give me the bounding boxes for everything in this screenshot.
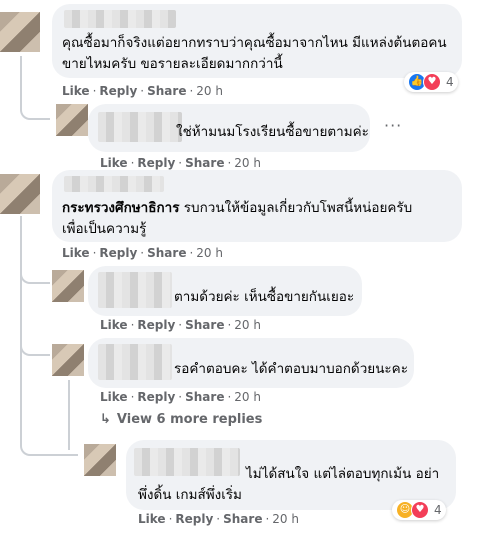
reply-link[interactable]: Reply — [137, 318, 175, 332]
timestamp[interactable]: 20 h — [196, 246, 223, 260]
avatar[interactable] — [52, 270, 84, 302]
author-name-redacted[interactable] — [98, 344, 172, 380]
view-more-replies-link[interactable]: ↳ View 6 more replies — [100, 412, 262, 427]
comment-actions: Like · Reply · Share · 20 h — [138, 512, 299, 526]
like-link[interactable]: Like — [138, 512, 166, 526]
timestamp[interactable]: 20 h — [234, 156, 261, 170]
share-link[interactable]: Share — [185, 390, 224, 404]
more-options-icon[interactable]: ··· — [384, 116, 402, 135]
comment-text: รบกวนให้ข้อมูลเกี่ยวกับโพสนี้หน่อยครับ — [179, 200, 413, 216]
comment-text-line: กระทรวงศึกษาธิการ รบกวนให้ข้อมูลเกี่ยวกั… — [62, 197, 412, 219]
reaction-summary[interactable]: 👍 ♥ 4 — [404, 72, 458, 92]
comment-actions: Like · Reply · Share · 20 h — [100, 390, 261, 404]
comment-actions: Like · Reply · Share · 20 h — [100, 156, 261, 170]
share-link[interactable]: Share — [185, 156, 224, 170]
reaction-count: 4 — [446, 75, 454, 89]
like-link[interactable]: Like — [62, 84, 90, 98]
like-link[interactable]: Like — [100, 156, 128, 170]
love-reaction-icon: ♥ — [423, 73, 441, 91]
thread-line — [20, 56, 50, 120]
comment-actions: Like · Reply · Share · 20 h — [62, 84, 223, 98]
author-name-redacted[interactable] — [134, 448, 240, 476]
author-name-redacted[interactable] — [98, 112, 182, 142]
thread-line — [20, 340, 50, 356]
avatar[interactable] — [56, 104, 88, 136]
share-link[interactable]: Share — [147, 84, 186, 98]
author-name-redacted[interactable] — [98, 272, 172, 308]
comment-text-line: เพื่อเป็นความรู้ — [62, 221, 147, 237]
like-link[interactable]: Like — [100, 318, 128, 332]
avatar[interactable] — [52, 344, 84, 376]
comment-text-line: ตามด้วยค่ะ เห็นซื้อขายกันเยอะ — [174, 289, 355, 305]
reaction-count: 4 — [434, 503, 442, 517]
timestamp[interactable]: 20 h — [234, 318, 261, 332]
avatar[interactable] — [84, 444, 116, 476]
author-name-redacted[interactable] — [64, 10, 176, 28]
timestamp[interactable]: 20 h — [196, 84, 223, 98]
comment-text-line: รอคำตอบคะ ได้คำตอบมาบอกด้วยนะคะ — [174, 361, 408, 377]
comment-text-line: ขายไหมครับ ขอรายละเอียดมากกว่านี้ — [62, 56, 283, 72]
love-reaction-icon: ♥ — [411, 501, 429, 519]
thread-line — [20, 428, 78, 456]
reply-link[interactable]: Reply — [175, 512, 213, 526]
timestamp[interactable]: 20 h — [272, 512, 299, 526]
comment-actions: Like · Reply · Share · 20 h — [100, 318, 261, 332]
reply-link[interactable]: Reply — [137, 156, 175, 170]
share-link[interactable]: Share — [223, 512, 262, 526]
view-more-label: View 6 more replies — [116, 412, 263, 427]
reply-link[interactable]: Reply — [99, 246, 137, 260]
comment-text-line: ไม่ได้สนใจ แต่ไล่ตอบทุกเม้น อย่า — [246, 466, 440, 482]
comment-text-line: พึ่งดิ้น เกมส์พึ่งเริ่ม — [138, 487, 242, 503]
thread-line — [20, 216, 22, 442]
reply-arrow-icon: ↳ — [100, 412, 111, 427]
avatar[interactable] — [0, 12, 40, 52]
reply-link[interactable]: Reply — [137, 390, 175, 404]
mention-link[interactable]: กระทรวงศึกษาธิการ — [62, 200, 179, 216]
avatar[interactable] — [0, 174, 40, 214]
share-link[interactable]: Share — [147, 246, 186, 260]
like-link[interactable]: Like — [62, 246, 90, 260]
author-name-redacted[interactable] — [64, 176, 164, 192]
thread-line — [20, 268, 50, 284]
reaction-summary[interactable]: ☺ ♥ 4 — [392, 500, 446, 520]
comment-text-line: คุณซื้อมาก็จริงแต่อยากทราบว่าคุณซื้อมาจา… — [62, 35, 447, 51]
comment-text-line: ใช่ห้ามนมโรงเรียนซื้อขายตามค่ะ — [176, 124, 369, 140]
share-link[interactable]: Share — [185, 318, 224, 332]
timestamp[interactable]: 20 h — [234, 390, 261, 404]
comment-actions: Like · Reply · Share · 20 h — [62, 246, 223, 260]
reply-link[interactable]: Reply — [99, 84, 137, 98]
like-link[interactable]: Like — [100, 390, 128, 404]
